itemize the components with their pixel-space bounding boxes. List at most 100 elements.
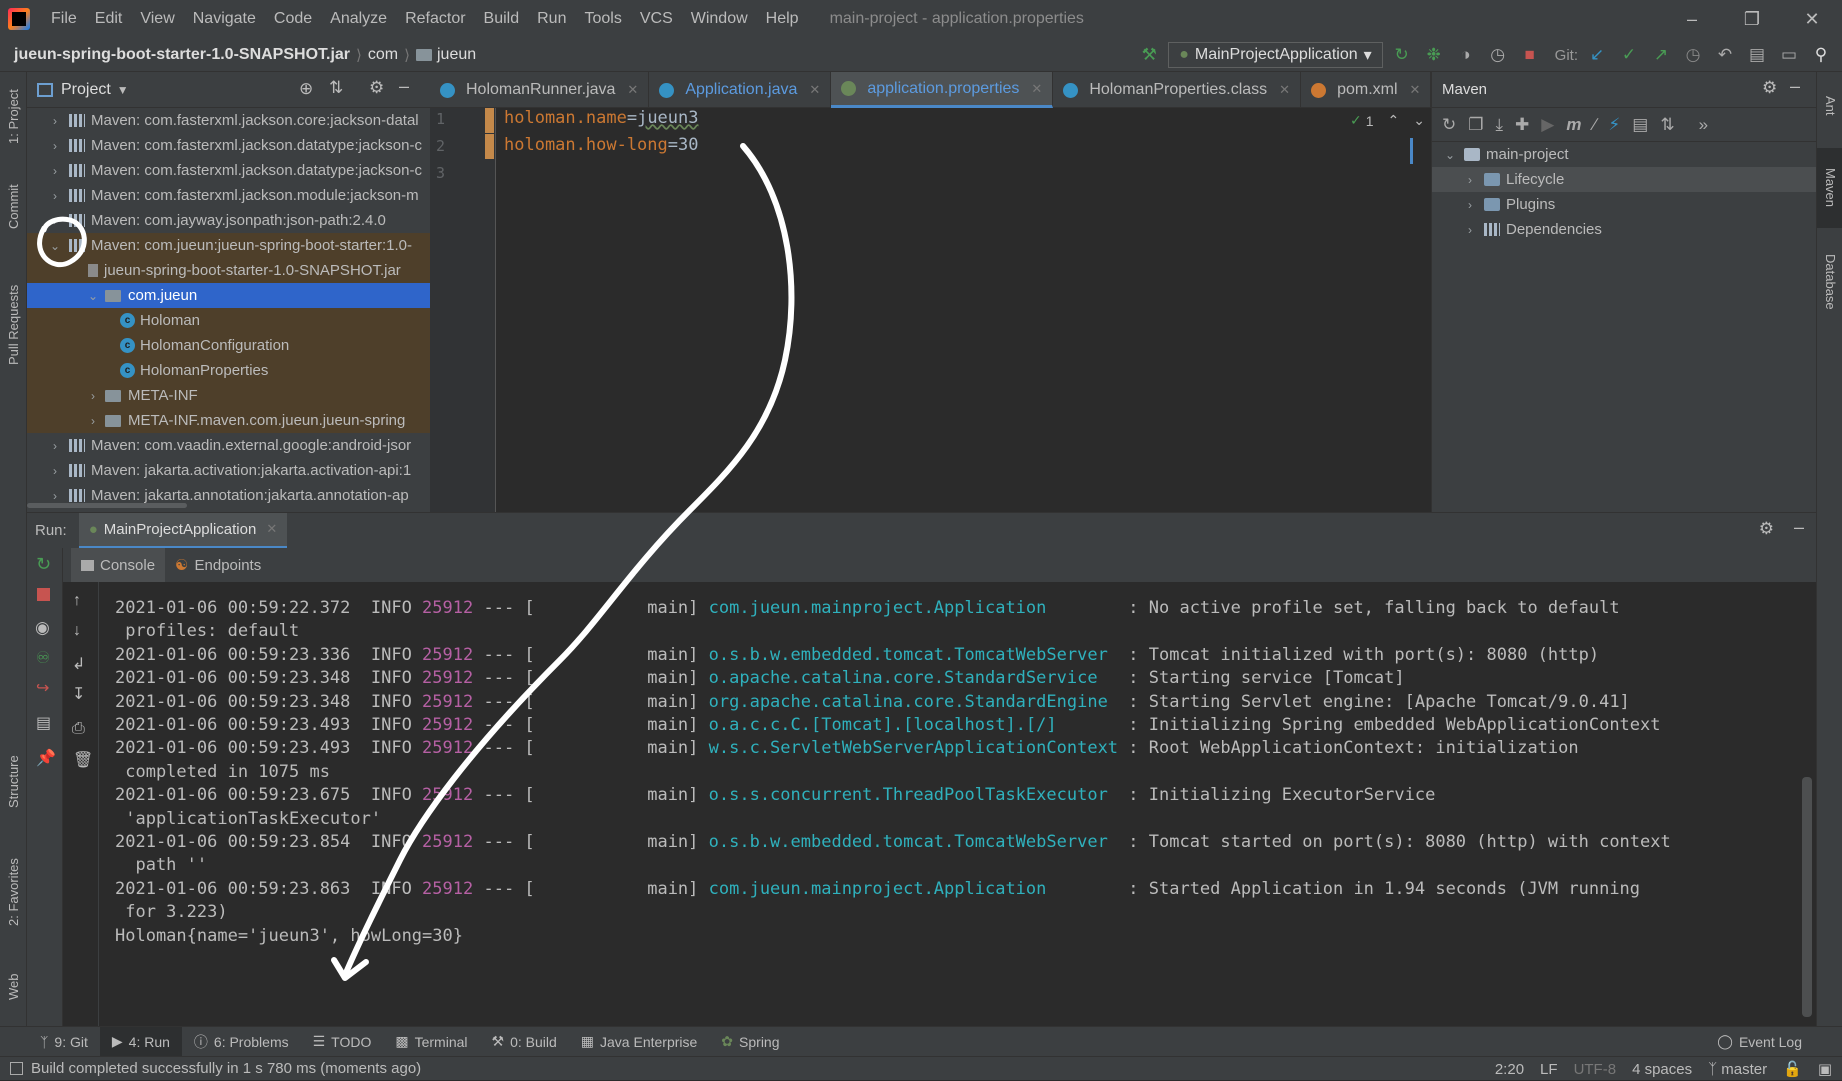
restart-icon[interactable]: ♾: [36, 648, 50, 668]
logger-name[interactable]: w.s.c.ServletWebServerApplicationContext: [709, 738, 1118, 758]
run-icon[interactable]: ▶: [1541, 115, 1554, 135]
menu-code[interactable]: Code: [265, 10, 321, 28]
chevron-right-icon[interactable]: ›: [85, 414, 101, 428]
logger-name[interactable]: org.apache.catalina.core.StandardEngine: [709, 692, 1118, 712]
add-icon[interactable]: ✚: [1515, 115, 1529, 135]
maven-project-row[interactable]: ⌄ main-project: [1432, 142, 1816, 167]
tree-row[interactable]: c HolomanConfiguration: [27, 333, 430, 358]
chevron-right-icon[interactable]: ›: [47, 439, 63, 453]
trash-icon[interactable]: 🗑: [73, 750, 93, 770]
tree-row[interactable]: › Maven: com.fasterxml.jackson.module:jac…: [27, 183, 430, 208]
stripe-tab-structure[interactable]: Structure: [0, 737, 27, 827]
tree-row[interactable]: c HolomanProperties: [27, 358, 430, 383]
debug-icon[interactable]: ❉: [1421, 42, 1447, 68]
maven-lifecycle-row[interactable]: › Lifecycle: [1432, 167, 1816, 192]
collapse-all-icon[interactable]: ⇅: [1660, 115, 1674, 135]
coverage-icon[interactable]: ◑: [1453, 42, 1479, 68]
gear-icon[interactable]: ⚙: [1759, 519, 1774, 539]
tree-row[interactable]: › META-INF: [27, 383, 430, 408]
stripe-tab-project[interactable]: 1: Project: [0, 80, 27, 154]
close-icon[interactable]: ✕: [1279, 82, 1290, 98]
chevron-right-icon[interactable]: ›: [1462, 223, 1478, 237]
endpoints-tab[interactable]: ☯ Endpoints: [165, 548, 271, 582]
logger-name[interactable]: o.s.b.w.embedded.tomcat.TomcatWebServer: [709, 645, 1118, 665]
editor-tab[interactable]: HolomanRunner.java ✕: [430, 72, 650, 108]
indent-setting[interactable]: 4 spaces: [1632, 1061, 1692, 1078]
skip-tests-icon[interactable]: ⚡: [1608, 115, 1620, 135]
toolwindow-todo[interactable]: ☰ TODO: [301, 1027, 384, 1057]
stripe-tab-ant[interactable]: Ant: [1817, 76, 1842, 136]
editor-tab[interactable]: application.properties ✕: [831, 72, 1054, 108]
build-hammer-icon[interactable]: ⚒: [1136, 42, 1162, 68]
chevron-right-icon[interactable]: ›: [1462, 173, 1478, 187]
logger-name[interactable]: o.a.c.c.C.[Tomcat].[localhost].[/]: [709, 715, 1118, 735]
tree-row[interactable]: › Maven: com.fasterxml.jackson.datatype:j…: [27, 133, 430, 158]
git-commit-icon[interactable]: ✓: [1616, 42, 1642, 68]
chevron-down-icon[interactable]: ⌄: [1413, 112, 1425, 129]
close-icon[interactable]: ✕: [1031, 81, 1042, 97]
menu-navigate[interactable]: Navigate: [184, 10, 265, 28]
editor-tab[interactable]: HolomanProperties.class ✕: [1053, 72, 1302, 108]
git-branch[interactable]: ᛉ master: [1708, 1061, 1767, 1078]
stripe-tab-commit[interactable]: Commit: [0, 172, 27, 242]
vertical-scrollbar[interactable]: [1802, 777, 1812, 1017]
more-icon[interactable]: »: [1699, 115, 1708, 135]
console-tab[interactable]: Console: [71, 548, 166, 582]
chevron-right-icon[interactable]: ›: [47, 489, 63, 503]
tree-row[interactable]: › Maven: com.vaadin.external.google:andro…: [27, 433, 430, 458]
hide-icon[interactable]: –: [399, 76, 409, 97]
toolwindow-run[interactable]: ▶ 4: Run: [99, 1026, 182, 1057]
stripe-tab-pull-requests[interactable]: Pull Requests: [0, 267, 27, 382]
editor[interactable]: 1 2 3 holoman.name=jueun3 holoman.how-lo…: [430, 108, 1431, 512]
menu-vcs[interactable]: VCS: [631, 10, 682, 28]
toolwindow-git[interactable]: ᛉ 9: Git: [28, 1027, 100, 1057]
close-icon[interactable]: ✕: [809, 82, 820, 98]
layout-icon[interactable]: ▤: [36, 713, 51, 733]
menu-help[interactable]: Help: [757, 10, 808, 28]
toggle-tool-windows-icon[interactable]: [10, 1062, 23, 1075]
logger-name[interactable]: o.s.s.concurrent.ThreadPoolTaskExecutor: [709, 785, 1118, 805]
stripe-tab-database[interactable]: Database: [1817, 232, 1842, 332]
menu-analyze[interactable]: Analyze: [321, 10, 396, 28]
tree-row[interactable]: jueun-spring-boot-starter-1.0-SNAPSHOT.j…: [27, 258, 430, 283]
locate-icon[interactable]: ⊕: [299, 79, 313, 99]
hide-icon[interactable]: –: [1790, 76, 1800, 97]
logger-name[interactable]: com.jueun.mainproject.Application: [709, 598, 1118, 618]
up-arrow-icon[interactable]: ↑: [73, 592, 81, 610]
rerun-icon[interactable]: ↻: [36, 554, 51, 575]
tree-row[interactable]: › Maven: com.fasterxml.jackson.datatype:j…: [27, 158, 430, 183]
status-message[interactable]: Build completed successfully in 1 s 780 …: [31, 1060, 421, 1077]
tree-row[interactable]: ⌄ com.jueun: [27, 283, 430, 308]
show-dependencies-icon[interactable]: ▤: [1632, 115, 1648, 135]
change-marker[interactable]: [485, 108, 494, 133]
toolwindow-build[interactable]: ⚒ 0: Build: [480, 1027, 569, 1057]
code-line[interactable]: holoman.name=jueun3: [504, 108, 699, 128]
menu-tools[interactable]: Tools: [575, 10, 630, 28]
close-icon[interactable]: ✕: [266, 521, 277, 537]
maven-plugins-row[interactable]: › Plugins: [1432, 192, 1816, 217]
stripe-tab-maven[interactable]: Maven: [1817, 148, 1842, 228]
print-icon[interactable]: ⎙: [72, 720, 85, 738]
stripe-tab-web[interactable]: Web: [0, 962, 27, 1012]
editor-tab[interactable]: Application.java ✕: [649, 72, 832, 108]
chevron-right-icon[interactable]: ›: [47, 139, 63, 153]
git-update-icon[interactable]: ↙: [1584, 42, 1610, 68]
chevron-up-icon[interactable]: ⌃: [1388, 112, 1400, 129]
logger-name[interactable]: o.s.b.w.embedded.tomcat.TomcatWebServer: [709, 832, 1118, 852]
menu-edit[interactable]: Edit: [86, 10, 132, 28]
minimize-icon[interactable]: –: [1662, 0, 1722, 38]
maven-goal-icon[interactable]: m: [1566, 115, 1581, 135]
editor-tab[interactable]: pom.xml ✕: [1301, 72, 1432, 108]
menu-window[interactable]: Window: [682, 10, 757, 28]
chevron-down-icon[interactable]: ⌄: [85, 289, 101, 303]
menu-view[interactable]: View: [131, 10, 183, 28]
breadcrumb-folder[interactable]: jueun: [437, 46, 476, 64]
menu-run[interactable]: Run: [528, 10, 575, 28]
chevron-right-icon[interactable]: ›: [85, 389, 101, 403]
close-icon[interactable]: ✕: [1782, 0, 1842, 38]
inspection-widget[interactable]: ✓ 1 ⌃ ⌄: [1350, 112, 1425, 129]
close-icon[interactable]: ✕: [627, 82, 638, 98]
caret-position[interactable]: 2:20: [1495, 1061, 1524, 1078]
memory-icon[interactable]: ▣: [1818, 1060, 1832, 1078]
tree-row[interactable]: ⌄ Maven: com.jueun:jueun-spring-boot-star…: [27, 233, 430, 258]
